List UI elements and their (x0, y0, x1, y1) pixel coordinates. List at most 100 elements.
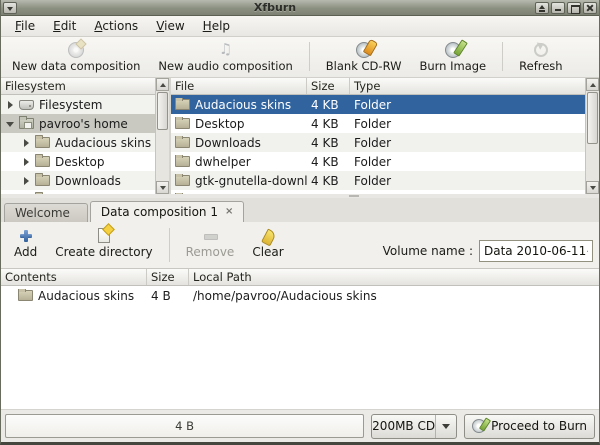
tree-row-label: pavroo's home (39, 117, 128, 131)
composition-contents: Audacious skins 4 B /home/pavroo/Audacio… (1, 286, 599, 409)
toolbar-button[interactable]: Burn Image (410, 39, 495, 77)
composition-action-button[interactable]: Create directory (46, 225, 161, 268)
file-size: 4 KB (307, 117, 350, 131)
scrollbar-thumb[interactable] (587, 92, 598, 144)
expander-icon[interactable] (5, 118, 16, 129)
column-header-contents[interactable]: Contents (1, 269, 147, 285)
scrollbar-thumb[interactable] (157, 92, 168, 130)
contents-local-path: /home/pavroo/Audacious skins (189, 289, 599, 303)
toolbar-button-label: New audio composition (158, 59, 292, 73)
tree-row-icon (35, 156, 50, 167)
menu-item[interactable]: Help (194, 17, 239, 35)
contents-row[interactable]: Audacious skins 4 B /home/pavroo/Audacio… (1, 286, 599, 305)
tab-close-icon[interactable]: × (225, 207, 233, 217)
file-list: Audacious skins 4 KB Folder Desktop 4 KB… (171, 95, 585, 194)
contents-name: Audacious skins (38, 289, 134, 303)
file-row[interactable]: gtk-gnutella-downloads 4 KB Folder (171, 171, 585, 190)
tree-row[interactable]: Audacious skins (1, 133, 155, 152)
toolbar-button[interactable]: New data composition (3, 39, 149, 77)
window-title: Xfburn (17, 1, 533, 14)
file-name: Audacious skins (195, 98, 291, 112)
volume-name-input[interactable] (479, 240, 593, 262)
file-row[interactable]: Desktop 4 KB Folder (171, 114, 585, 133)
file-name: gtk-gnutella-downloads (195, 174, 307, 188)
scroll-down-icon[interactable] (156, 181, 169, 194)
expander-icon[interactable] (21, 156, 32, 167)
column-header-file[interactable]: File (171, 78, 307, 94)
file-row[interactable]: dwhelper 4 KB Folder (171, 152, 585, 171)
minimize-button[interactable] (551, 2, 565, 14)
folder-icon (18, 290, 33, 301)
toolbar-button[interactable]: Blank CD-RW (317, 39, 411, 77)
file-row[interactable]: Audacious skins 4 KB Folder (171, 95, 585, 114)
proceed-to-burn-button[interactable]: Proceed to Burn (464, 414, 595, 439)
action-icon (19, 229, 33, 243)
file-name: dwhelper (195, 155, 251, 169)
disc-size-selector[interactable]: 200MB CD (371, 414, 457, 439)
file-name: Desktop (195, 117, 245, 131)
tree-row-icon (19, 118, 34, 129)
tab[interactable]: Welcome (4, 203, 88, 222)
tab-label: Data composition 1 (101, 205, 218, 219)
close-button[interactable] (583, 2, 597, 14)
pane-splitter[interactable] (1, 194, 599, 198)
tree-row-label: Desktop (55, 155, 105, 169)
composition-action-button[interactable]: Add (5, 225, 46, 268)
column-header-size[interactable]: Size (147, 269, 189, 285)
action-icon (98, 228, 110, 243)
folder-icon (175, 99, 190, 110)
file-type: Folder (350, 155, 585, 169)
file-type: Folder (350, 136, 585, 150)
file-row[interactable]: Downloads 4 KB Folder (171, 133, 585, 152)
file-list-scrollbar[interactable] (585, 78, 599, 194)
folder-icon (175, 175, 190, 186)
tab[interactable]: Data composition 1 × (90, 201, 244, 222)
tree-row-icon (35, 175, 50, 186)
folder-icon (175, 156, 190, 167)
column-header-type[interactable]: Type (350, 78, 585, 94)
action-icon (260, 228, 276, 244)
chevron-down-icon[interactable] (435, 415, 456, 438)
menu-item[interactable]: File (6, 17, 44, 35)
toolbar-button[interactable]: Refresh (510, 39, 571, 77)
scroll-up-icon[interactable] (156, 78, 169, 91)
toolbar-button[interactable]: ♫ New audio composition (149, 39, 301, 77)
tree-row[interactable]: pavroo's home (1, 114, 155, 133)
composition-action-button[interactable]: Clear (243, 225, 292, 268)
menu-item[interactable]: View (147, 17, 193, 35)
expander-icon[interactable] (21, 137, 32, 148)
expander-icon[interactable] (5, 99, 16, 110)
tree-row-icon (35, 137, 50, 148)
toolbar-separator (309, 42, 310, 71)
toolbar-button-label: New data composition (12, 59, 140, 73)
window-menu-icon[interactable] (3, 2, 17, 14)
shade-button[interactable] (535, 2, 549, 14)
expander-icon[interactable] (21, 175, 32, 186)
filesystem-column-header[interactable]: Filesystem (1, 78, 155, 94)
menu-bar: File Edit Actions View Help (1, 16, 599, 37)
filesystem-pane: Filesystem Filesystem pa (1, 78, 171, 194)
file-type: Folder (350, 117, 585, 131)
tree-row[interactable]: Filesystem (1, 95, 155, 114)
tree-row[interactable]: Downloads (1, 171, 155, 190)
scroll-up-icon[interactable] (586, 78, 599, 91)
maximize-button[interactable] (567, 2, 581, 14)
menu-item[interactable]: Actions (85, 17, 147, 35)
tree-row[interactable]: Desktop (1, 152, 155, 171)
scroll-down-icon[interactable] (586, 181, 599, 194)
folder-icon (175, 118, 190, 129)
tab-strip: Welcome Data composition 1 × (1, 198, 599, 222)
menu-item[interactable]: Edit (44, 17, 85, 35)
file-list-header: File Size Type (171, 78, 585, 95)
file-size: 4 KB (307, 174, 350, 188)
column-header-size[interactable]: Size (307, 78, 350, 94)
filesystem-scrollbar[interactable] (155, 78, 169, 194)
file-type: Folder (350, 174, 585, 188)
contents-header: Contents Size Local Path (1, 268, 599, 286)
composition-action-button[interactable]: Remove (177, 225, 244, 268)
titlebar[interactable]: Xfburn (1, 0, 599, 16)
blank-cdrw-icon (355, 41, 373, 58)
file-list-pane: File Size Type Audacious skins 4 KB Fold… (171, 78, 599, 194)
action-label: Add (14, 245, 37, 259)
column-header-local-path[interactable]: Local Path (189, 269, 599, 285)
